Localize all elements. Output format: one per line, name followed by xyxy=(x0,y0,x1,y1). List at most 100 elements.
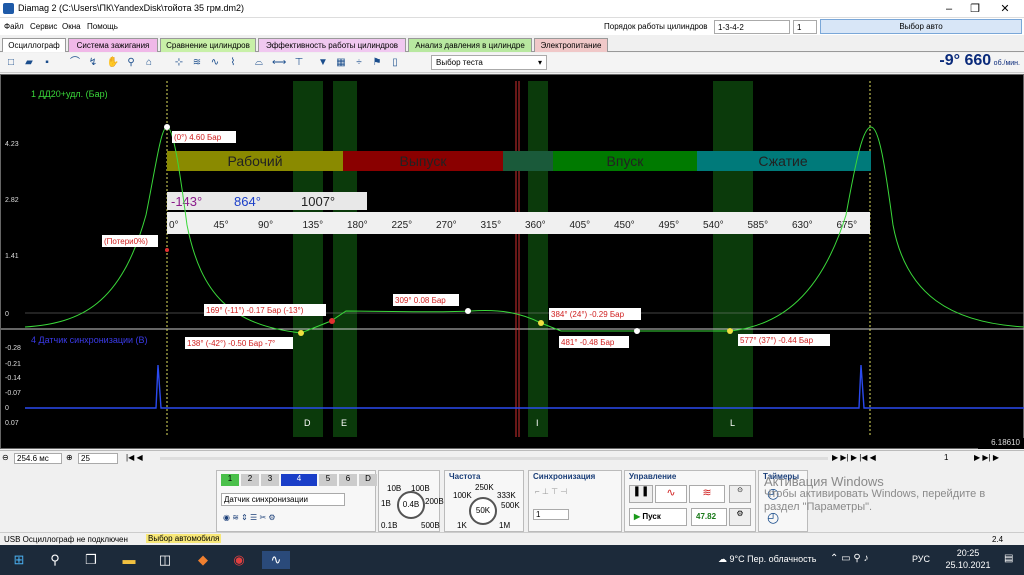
frequency-panel: Частота 50K 250K 100K 333K 500K 1K 1M xyxy=(444,470,524,532)
filter-icon[interactable]: ⌂ xyxy=(142,56,156,70)
test-select[interactable]: Выбор теста ▾ xyxy=(431,55,547,70)
tab-pressure-analysis[interactable]: Анализ давления в цилиндре xyxy=(408,38,532,52)
hand-icon[interactable]: ✋ xyxy=(106,56,120,70)
degree-tick: 0° xyxy=(169,220,179,231)
clock-time[interactable]: 20:25 xyxy=(946,548,990,558)
sync-mode-icons[interactable]: ⌐ ⊥ ⊤ ⊣ xyxy=(535,487,567,496)
tray-icons[interactable]: ⌃ ▭ ⚲ ♪ xyxy=(830,553,869,564)
search-icon[interactable]: ⚲ xyxy=(46,551,64,569)
car-status: Выбор автомобиля xyxy=(146,534,222,543)
y-tick: 0 xyxy=(5,405,9,412)
scrollbar[interactable] xyxy=(160,457,828,460)
y-tick: -0.07 xyxy=(5,390,21,397)
menu-service[interactable]: Сервис xyxy=(30,22,57,31)
taskview-icon[interactable]: ❒ xyxy=(82,551,100,569)
point-309[interactable] xyxy=(465,308,471,314)
channel-tools[interactable]: ◉ ≋ ⇕ ☰ ✂ ⚙ xyxy=(223,513,276,522)
fit-icon[interactable]: ⟷ xyxy=(272,56,286,70)
store-icon[interactable]: ◫ xyxy=(156,551,174,569)
zoom-icon-2[interactable]: ⊕ xyxy=(66,453,73,462)
cylinder-order-label: Порядок работы цилиндров xyxy=(604,22,708,31)
doc-icon[interactable]: ▯ xyxy=(388,56,402,70)
tab-cyl-compare[interactable]: Сравнение цилиндров xyxy=(160,38,256,52)
trigger-icon[interactable]: ⌒ xyxy=(68,56,82,70)
channel-3-button[interactable]: 3 xyxy=(261,474,279,486)
new-icon[interactable]: □ xyxy=(4,56,18,70)
sine-button[interactable]: ∿ xyxy=(655,485,687,503)
annotation: 577° (37°) -0.44 Бар xyxy=(740,336,814,345)
menu-help[interactable]: Помощь xyxy=(87,22,118,31)
freq-label: 333K xyxy=(497,491,516,500)
zoom-input[interactable]: 25 xyxy=(78,453,118,464)
start-button[interactable]: ▶ Пуск xyxy=(629,508,687,526)
flag-icon[interactable]: ⚑ xyxy=(370,56,384,70)
tab-cyl-efficiency[interactable]: Эффективность работы цилиндров xyxy=(258,38,406,52)
time-zoom-icon[interactable]: ⊖ xyxy=(2,453,9,462)
select-car-button[interactable]: Выбор авто xyxy=(820,19,1022,34)
sensor-select[interactable]: Датчик синхронизации xyxy=(221,493,345,506)
point-384[interactable] xyxy=(538,320,544,326)
start-icon[interactable]: ⊞ xyxy=(10,551,28,569)
voltage-dial[interactable]: 0.4В xyxy=(397,491,425,519)
save-icon[interactable]: ▪ xyxy=(40,56,54,70)
language[interactable]: РУС xyxy=(912,554,930,564)
channel-5-button[interactable]: 5 xyxy=(319,474,337,486)
channel-1-button[interactable]: 1 xyxy=(221,474,239,486)
channel-6-button[interactable]: 6 xyxy=(339,474,357,486)
filter2-icon[interactable]: ▼ xyxy=(316,56,330,70)
menu-file[interactable]: Файл xyxy=(4,22,24,31)
control-title: Управление xyxy=(629,472,677,481)
first-page-icon[interactable]: |◀ ◀ xyxy=(126,453,143,462)
point-577[interactable] xyxy=(727,328,733,334)
sync-panel: Синхронизация ⌐ ⊥ ⊤ ⊣ 1 xyxy=(528,470,622,532)
close-icon[interactable]: ✕ xyxy=(990,0,1020,18)
clock-date[interactable]: 25.10.2021 xyxy=(940,560,996,570)
play-icon: ▶ xyxy=(634,512,641,521)
scale-icon[interactable]: ⌇ xyxy=(226,56,240,70)
auto-icon[interactable]: ⊙ xyxy=(729,485,751,503)
oscilloscope-view[interactable]: Рабочий Выпуск Впуск Сжатие -143° 864° 1… xyxy=(0,74,1024,449)
marker-icon[interactable]: ⊤ xyxy=(292,56,306,70)
sync-select[interactable]: 1 xyxy=(533,509,569,520)
y-tick: 1.41 xyxy=(5,253,19,260)
chrome-icon[interactable]: ◉ xyxy=(230,551,248,569)
tab-ignition[interactable]: Система зажигания xyxy=(68,38,158,52)
freq-label: 1K xyxy=(457,521,467,530)
tab-power[interactable]: Электропитание xyxy=(534,38,608,52)
channel-d-button[interactable]: D xyxy=(359,474,377,486)
measure-icon[interactable]: ↯ xyxy=(86,56,100,70)
channel-4-button[interactable]: 4 xyxy=(281,474,317,486)
volt-label: 0.1В xyxy=(381,521,398,530)
cylinder-order-select[interactable]: 1-3-4-2 xyxy=(714,20,790,34)
frequency-dial[interactable]: 50K xyxy=(469,497,497,525)
noise-button[interactable]: ≋ xyxy=(689,485,725,503)
menu-windows[interactable]: Окна xyxy=(62,22,81,31)
diamag-taskbar-icon[interactable]: ∿ xyxy=(262,551,290,569)
open-icon[interactable]: ▰ xyxy=(22,56,36,70)
tab-oscilloscope[interactable]: Осциллограф xyxy=(2,38,66,52)
split-icon[interactable]: ÷ xyxy=(352,56,366,70)
pause-button[interactable]: ❚❚ xyxy=(629,485,653,503)
maximize-icon[interactable]: ❐ xyxy=(960,0,990,18)
app-icon-2[interactable]: ◆ xyxy=(194,551,212,569)
status-bar: USB Осциллограф не подключен Выбор автом… xyxy=(0,532,1024,545)
phase-icon[interactable]: ⌓ xyxy=(252,56,266,70)
point-481[interactable] xyxy=(634,328,640,334)
wave-icon[interactable]: ≋ xyxy=(190,56,204,70)
point-169[interactable] xyxy=(329,318,335,324)
cylinder-number-stepper[interactable]: 1 xyxy=(793,20,817,34)
playback-controls[interactable]: ▶ ▶| ▶ |◀ ◀ xyxy=(832,453,876,462)
info-icon[interactable]: ⚙ xyxy=(729,508,751,526)
point-peak[interactable] xyxy=(164,124,170,130)
freq-label: 500K xyxy=(501,501,520,510)
next-page-icon[interactable]: ▶ ▶| ▶ xyxy=(974,453,999,462)
point-138[interactable] xyxy=(298,330,304,336)
cursor-icon[interactable]: ⊹ xyxy=(172,56,186,70)
channel-2-button[interactable]: 2 xyxy=(241,474,259,486)
notifications-icon[interactable]: ▤ xyxy=(1004,553,1013,564)
zoom-icon[interactable]: ⚲ xyxy=(124,56,138,70)
time-base-select[interactable]: 254.6 мс xyxy=(14,453,62,464)
wave2-icon[interactable]: ∿ xyxy=(208,56,222,70)
explorer-icon[interactable]: ▬ xyxy=(120,551,138,569)
table-icon[interactable]: ▦ xyxy=(334,56,348,70)
